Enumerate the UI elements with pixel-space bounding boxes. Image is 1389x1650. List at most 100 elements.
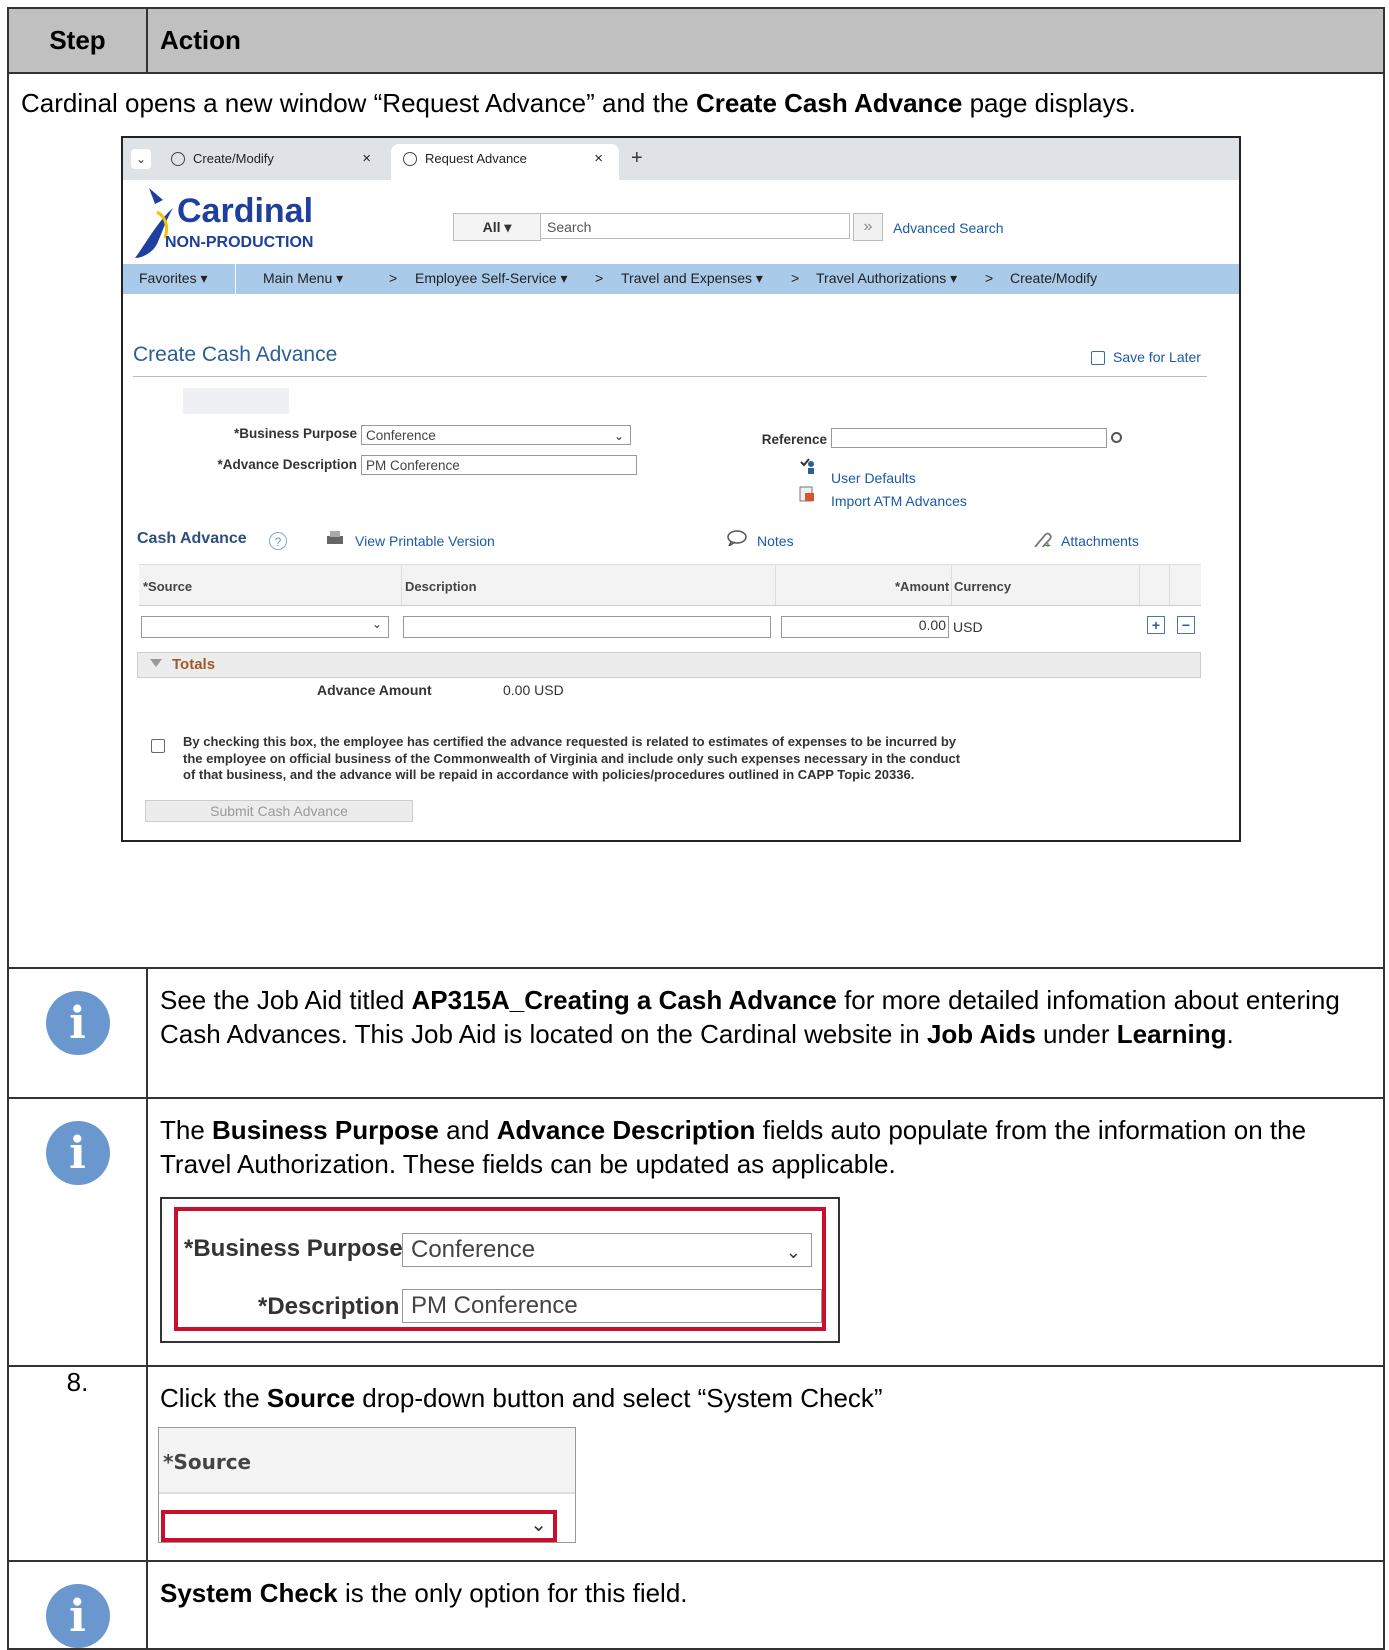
logo-text: Cardinal xyxy=(177,192,314,230)
title-divider xyxy=(133,376,1207,377)
browser-screenshot: ⌄ Create/Modify × Request Advance × + Ca… xyxy=(121,136,1241,842)
zoom-description-input[interactable]: PM Conference xyxy=(402,1289,822,1323)
tip1-text: See the Job Aid titled AP315A_Creating a… xyxy=(148,969,1383,1051)
attachments-link[interactable]: Attachments xyxy=(1061,533,1139,549)
import-icon xyxy=(799,486,814,502)
nav-divider xyxy=(235,264,236,294)
tip3-cell: System Check is the only option for this… xyxy=(146,1560,1385,1650)
tip1-bold: AP315A_Creating a Cash Advance xyxy=(411,985,837,1015)
zoom-business-purpose-value: Conference xyxy=(411,1236,536,1263)
info-icon-cell: i xyxy=(7,967,148,1099)
save-for-later-link[interactable]: Save for Later xyxy=(1113,349,1201,365)
col-currency-header: Currency xyxy=(954,579,1012,594)
tip3-part: is the only option for this field. xyxy=(337,1578,688,1608)
tab-request-advance[interactable]: Request Advance × xyxy=(391,144,619,180)
page-title: Create Cash Advance xyxy=(133,343,338,366)
close-icon[interactable]: × xyxy=(594,144,603,174)
advance-description-input[interactable]: PM Conference xyxy=(361,455,637,475)
printer-icon xyxy=(327,531,343,544)
search-icon[interactable] xyxy=(1111,432,1122,443)
step8-text: Click the Source drop-down button and se… xyxy=(148,1367,1383,1415)
tip3-text: System Check is the only option for this… xyxy=(148,1562,1383,1610)
certify-text: By checking this box, the employee has c… xyxy=(183,734,961,782)
tip2-text: The Business Purpose and Advance Descrip… xyxy=(148,1099,1383,1181)
col-source-header: *Source xyxy=(143,579,193,594)
intro-text-part: Cardinal opens a new window “Request Adv… xyxy=(21,88,696,118)
close-icon[interactable]: × xyxy=(362,144,371,174)
search-scope-dropdown[interactable]: All ▾ xyxy=(453,213,541,241)
zoom-business-purpose-label: *Business Purpose xyxy=(184,1235,403,1262)
tab-list-chevron-icon[interactable]: ⌄ xyxy=(131,149,151,169)
add-row-button[interactable]: + xyxy=(1147,616,1165,634)
nav-travel-expenses[interactable]: Travel and Expenses ▾ xyxy=(621,270,763,287)
col-description-header: Description xyxy=(405,579,477,594)
nav-main-menu[interactable]: Main Menu ▾ xyxy=(263,270,343,287)
nav-separator: > xyxy=(595,270,604,286)
info-icon: i xyxy=(45,1121,110,1185)
tip1-cell: See the Job Aid titled AP315A_Creating a… xyxy=(146,967,1385,1099)
remove-row-button[interactable]: − xyxy=(1177,616,1195,634)
procedure-table: Step Action Cardinal opens a new window … xyxy=(7,7,1385,1650)
view-printable-link[interactable]: View Printable Version xyxy=(355,533,495,549)
help-icon[interactable]: ? xyxy=(269,532,287,550)
logo-subtitle: NON-PRODUCTION xyxy=(165,234,314,251)
fields-zoom-inset: *Business Purpose Conference ⌄ *Descript… xyxy=(160,1197,840,1343)
nav-separator: > xyxy=(389,270,398,286)
submit-cash-advance-button[interactable]: Submit Cash Advance xyxy=(145,800,413,822)
cash-advance-section-title: Cash Advance xyxy=(137,530,247,547)
advanced-search-link[interactable]: Advanced Search xyxy=(893,220,1004,236)
globe-icon xyxy=(403,152,417,166)
tip2-cell: The Business Purpose and Advance Descrip… xyxy=(146,1097,1385,1367)
business-purpose-value: Conference xyxy=(366,428,436,443)
col-divider xyxy=(1169,565,1170,605)
notes-link[interactable]: Notes xyxy=(757,533,794,549)
import-atm-advances-link[interactable]: Import ATM Advances xyxy=(831,493,967,509)
save-icon[interactable] xyxy=(1091,351,1105,365)
user-defaults-link[interactable]: User Defaults xyxy=(831,470,916,486)
advance-amount-label: Advance Amount xyxy=(317,682,432,698)
new-tab-button[interactable]: + xyxy=(631,147,643,170)
collapse-triangle-icon xyxy=(150,659,162,667)
totals-bar[interactable]: Totals xyxy=(137,652,1201,678)
col-divider xyxy=(951,565,952,605)
tab-create-modify[interactable]: Create/Modify × xyxy=(159,144,387,180)
source-select[interactable]: ⌄ xyxy=(141,616,389,638)
advance-amount-value: 0.00 USD xyxy=(503,682,564,698)
tip1-bold: Job Aids xyxy=(926,1019,1036,1049)
currency-value: USD xyxy=(953,619,983,635)
nav-employee-self-service[interactable]: Employee Self-Service ▾ xyxy=(415,270,568,287)
zoom-business-purpose-select[interactable]: Conference ⌄ xyxy=(402,1233,812,1267)
intro-bold: Create Cash Advance xyxy=(695,88,963,118)
amount-input[interactable]: 0.00 xyxy=(781,616,949,638)
attachment-icon: + xyxy=(1034,532,1052,547)
chevron-down-icon: ⌄ xyxy=(371,617,382,631)
source-zoom-inset: *Source ⌄ xyxy=(158,1427,576,1543)
description-input[interactable] xyxy=(403,616,771,638)
nav-travel-authorizations[interactable]: Travel Authorizations ▾ xyxy=(816,270,957,287)
search-go-icon[interactable]: » xyxy=(853,213,883,241)
cardinal-logo[interactable]: Cardinal NON-PRODUCTION xyxy=(127,182,327,262)
nav-favorites[interactable]: Favorites ▾ xyxy=(139,270,208,287)
step8-part: drop-down button and select “System Chec… xyxy=(355,1383,883,1413)
business-purpose-select[interactable]: Conference ⌄ xyxy=(361,425,631,445)
step8-part: Click the xyxy=(160,1383,267,1413)
zoom-source-select[interactable]: ⌄ xyxy=(161,1510,557,1542)
search-scope-label: All xyxy=(482,219,501,235)
tab-label: Request Advance xyxy=(425,151,527,166)
header-step: Step xyxy=(7,7,148,74)
business-purpose-label: *Business Purpose xyxy=(233,426,357,441)
search-input[interactable]: Search xyxy=(540,213,850,239)
zoom-source-header: *Source xyxy=(159,1428,575,1494)
redacted-field xyxy=(183,388,289,414)
intro-text-part: page displays. xyxy=(962,88,1136,118)
step8-bold: Source xyxy=(266,1383,356,1413)
tip2-bold: Advance Description xyxy=(496,1115,756,1145)
step8-cell: Click the Source drop-down button and se… xyxy=(146,1365,1385,1562)
reference-input[interactable] xyxy=(831,428,1107,448)
tip2-part: The xyxy=(160,1115,213,1145)
certify-checkbox[interactable] xyxy=(151,739,165,753)
nav-create-modify[interactable]: Create/Modify xyxy=(1010,270,1097,286)
globe-icon xyxy=(171,152,185,166)
reference-label: Reference xyxy=(761,432,827,447)
tab-label: Create/Modify xyxy=(193,151,274,166)
